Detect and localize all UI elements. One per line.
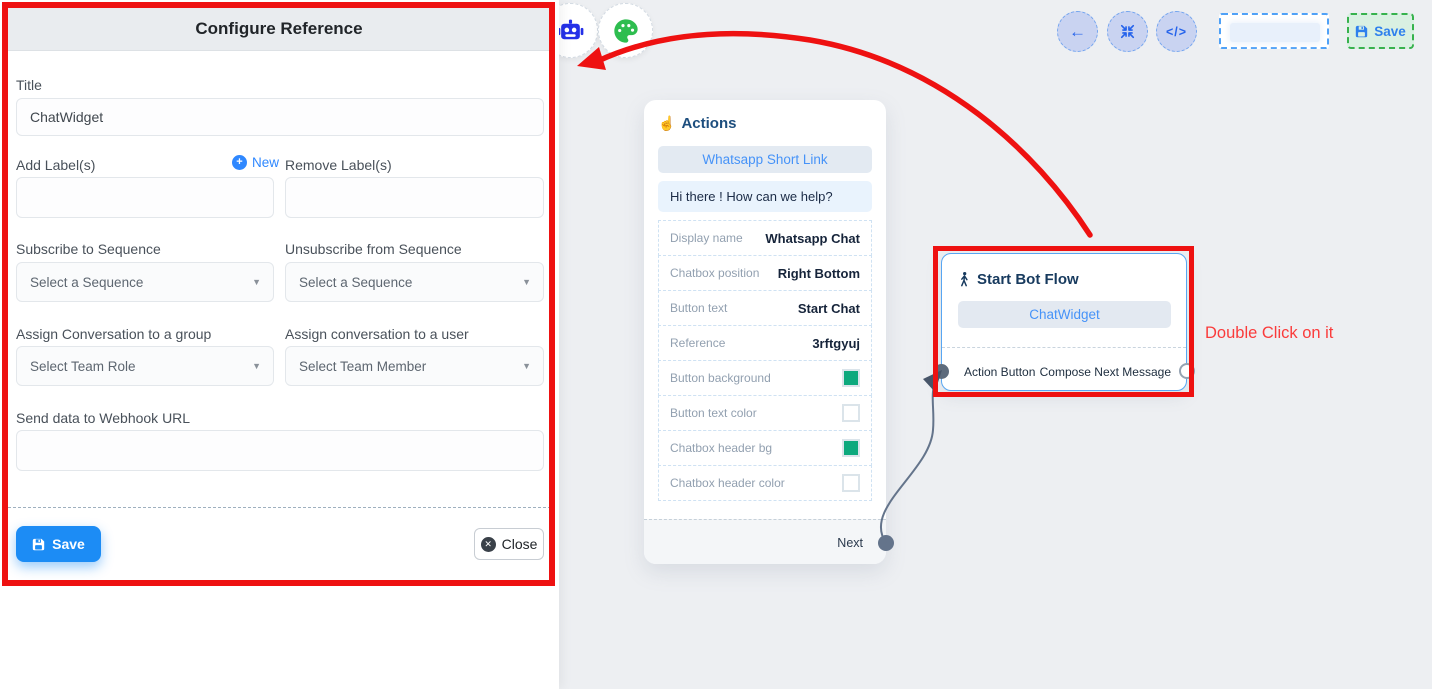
actions-card: ☝ Actions Whatsapp Short Link Hi there !… bbox=[644, 100, 886, 564]
compose-next-label: Compose Next Message bbox=[1040, 365, 1171, 379]
subscribe-label: Subscribe to Sequence bbox=[16, 241, 161, 257]
panel-header: Configure Reference bbox=[7, 7, 551, 51]
assign-group-select[interactable]: Select Team Role ▼ bbox=[16, 346, 274, 386]
annotation-text: Double Click on it bbox=[1205, 324, 1333, 343]
node-title: Start Bot Flow bbox=[958, 271, 1079, 288]
color-swatch[interactable] bbox=[842, 369, 860, 387]
footer-divider bbox=[8, 507, 551, 508]
assign-user-label: Assign conversation to a user bbox=[285, 326, 469, 342]
start-bot-flow-node[interactable]: Start Bot Flow ChatWidget Action Button … bbox=[941, 253, 1187, 391]
configure-reference-panel: Configure Reference Title Add Label(s) +… bbox=[0, 0, 559, 689]
assign-user-select[interactable]: Select Team Member ▼ bbox=[285, 346, 544, 386]
table-row[interactable]: Button text Start Chat bbox=[658, 290, 872, 326]
table-row[interactable]: Chatbox header bg bbox=[658, 430, 872, 466]
redacted-text bbox=[1230, 23, 1320, 42]
code-icon: </> bbox=[1166, 25, 1187, 39]
action-button-port[interactable] bbox=[934, 364, 949, 379]
save-icon bbox=[32, 538, 45, 551]
actions-rows: Display name Whatsapp Chat Chatbox posit… bbox=[658, 221, 872, 501]
plus-icon: + bbox=[232, 155, 247, 170]
color-swatch[interactable] bbox=[842, 474, 860, 492]
webhook-input[interactable] bbox=[16, 430, 544, 471]
code-button[interactable]: </> bbox=[1156, 11, 1197, 52]
remove-labels-input[interactable] bbox=[285, 177, 544, 218]
add-labels-label: Add Label(s) bbox=[16, 157, 95, 173]
flow-name-input[interactable] bbox=[1219, 13, 1329, 49]
hand-pointer-icon: ☝ bbox=[658, 115, 675, 132]
webhook-label: Send data to Webhook URL bbox=[16, 410, 190, 426]
close-button[interactable]: ✕ Close bbox=[474, 528, 544, 560]
compose-next-port[interactable] bbox=[1179, 363, 1195, 379]
whatsapp-short-link-button[interactable]: Whatsapp Short Link bbox=[658, 146, 872, 173]
save-icon bbox=[1355, 25, 1368, 38]
palette-icon bbox=[612, 17, 640, 45]
flow-save-button[interactable]: Save bbox=[1347, 13, 1414, 49]
walking-icon bbox=[958, 271, 970, 288]
next-port[interactable] bbox=[878, 535, 894, 551]
color-swatch[interactable] bbox=[842, 404, 860, 422]
theme-button[interactable] bbox=[598, 3, 653, 58]
chevron-down-icon: ▼ bbox=[522, 277, 531, 287]
assign-group-label: Assign Conversation to a group bbox=[16, 326, 211, 342]
unsubscribe-label: Unsubscribe from Sequence bbox=[285, 241, 462, 257]
unsubscribe-select[interactable]: Select a Sequence ▼ bbox=[285, 262, 544, 302]
remove-labels-label: Remove Label(s) bbox=[285, 157, 392, 173]
table-row[interactable]: Button text color bbox=[658, 395, 872, 431]
arrow-left-icon: ← bbox=[1069, 22, 1086, 42]
action-button-label: Action Button bbox=[964, 365, 1035, 379]
table-row[interactable]: Reference 3rftgyuj bbox=[658, 325, 872, 361]
page-title: Configure Reference bbox=[195, 19, 362, 39]
back-button[interactable]: ← bbox=[1057, 11, 1098, 52]
title-label: Title bbox=[16, 77, 42, 93]
table-row[interactable]: Chatbox position Right Bottom bbox=[658, 255, 872, 291]
table-row[interactable]: Chatbox header color bbox=[658, 465, 872, 501]
chevron-down-icon: ▼ bbox=[252, 361, 261, 371]
table-row[interactable]: Display name Whatsapp Chat bbox=[658, 220, 872, 256]
subscribe-select[interactable]: Select a Sequence ▼ bbox=[16, 262, 274, 302]
close-icon: ✕ bbox=[481, 537, 496, 552]
robot-icon bbox=[557, 19, 584, 43]
title-input[interactable] bbox=[16, 98, 544, 136]
new-label-link[interactable]: + New bbox=[232, 155, 279, 170]
next-label: Next bbox=[837, 536, 863, 550]
node-reference-button[interactable]: ChatWidget bbox=[958, 301, 1171, 328]
actions-card-footer: Next bbox=[644, 519, 886, 564]
save-button[interactable]: Save bbox=[16, 526, 101, 562]
actions-card-title: ☝ Actions bbox=[658, 115, 736, 132]
node-divider bbox=[942, 347, 1186, 348]
chevron-down-icon: ▼ bbox=[252, 277, 261, 287]
add-labels-input[interactable] bbox=[16, 177, 274, 218]
table-row[interactable]: Button background bbox=[658, 360, 872, 396]
greeting-message: Hi there ! How can we help? bbox=[658, 181, 872, 212]
color-swatch[interactable] bbox=[842, 439, 860, 457]
fit-view-button[interactable] bbox=[1107, 11, 1148, 52]
chevron-down-icon: ▼ bbox=[522, 361, 531, 371]
flow-connector-line bbox=[881, 379, 937, 543]
compress-icon bbox=[1119, 23, 1136, 40]
